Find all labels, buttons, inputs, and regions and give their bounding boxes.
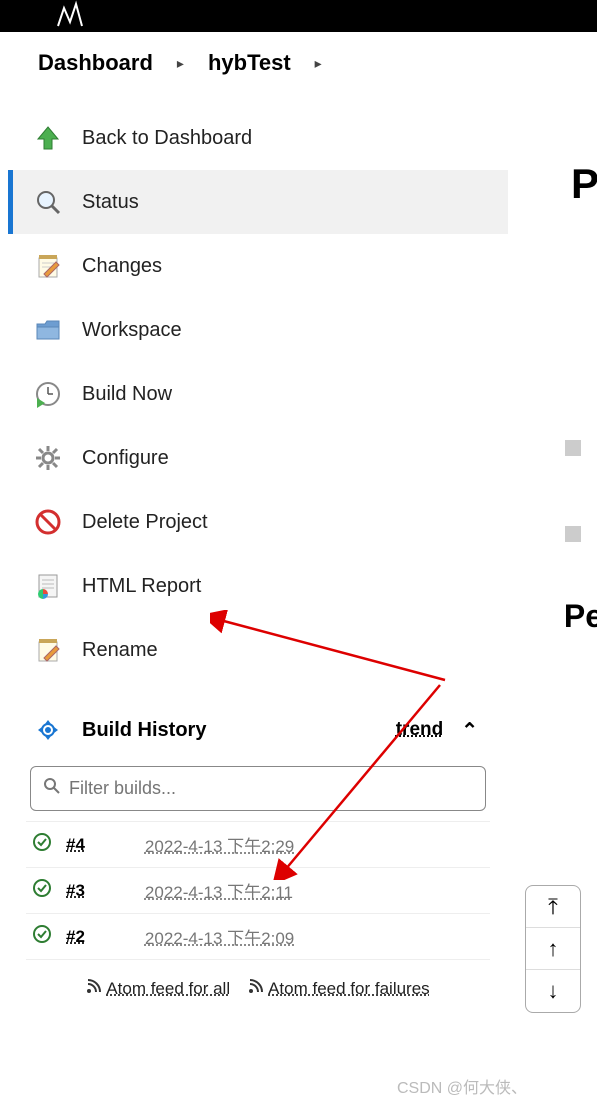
report-icon	[32, 570, 64, 602]
watermark: CSDN @何大侠、	[397, 1074, 527, 1098]
breadcrumb-root[interactable]: Dashboard	[38, 50, 153, 76]
build-history-icon	[32, 714, 64, 746]
search-icon	[43, 777, 61, 800]
up-arrow-icon	[32, 122, 64, 154]
feed-links: Atom feed for all Atom feed for failures	[8, 960, 508, 1005]
sidebar-item-back-to-dashboard[interactable]: Back to Dashboard	[8, 106, 508, 170]
clock-play-icon	[32, 378, 64, 410]
scroll-nav-panel: ⤒ ↑ ↓	[525, 885, 581, 1013]
sidebar-item-label: Workspace	[82, 319, 182, 342]
sidebar-item-status[interactable]: Status	[8, 170, 508, 234]
notepad-edit-icon	[32, 634, 64, 666]
atom-feed-all-link[interactable]: Atom feed for all	[86, 978, 230, 999]
sidebar-item-label: Changes	[82, 255, 162, 278]
notepad-icon	[32, 250, 64, 282]
feed-label: Atom feed for failures	[268, 979, 430, 999]
sidebar: Back to Dashboard Status Changes Workspa…	[0, 106, 508, 1005]
build-number[interactable]: #2	[66, 927, 85, 947]
sidebar-item-rename[interactable]: Rename	[8, 618, 508, 682]
sidebar-item-delete-project[interactable]: Delete Project	[8, 490, 508, 554]
sidebar-item-label: Status	[82, 191, 139, 214]
atom-feed-failures-link[interactable]: Atom feed for failures	[248, 978, 430, 999]
magnifier-icon	[32, 186, 64, 218]
filter-builds-input[interactable]	[69, 778, 473, 799]
sidebar-item-label: Rename	[82, 639, 158, 662]
success-icon	[32, 878, 52, 903]
sidebar-item-changes[interactable]: Changes	[8, 234, 508, 298]
success-icon	[32, 832, 52, 857]
feed-label: Atom feed for all	[106, 979, 230, 999]
scroll-down-button[interactable]: ↓	[526, 970, 580, 1012]
scroll-up-button[interactable]: ↑	[526, 928, 580, 970]
cropped-content-icons	[565, 440, 595, 612]
chevron-up-icon[interactable]: ⌃	[461, 718, 478, 743]
cropped-heading-1: P	[571, 160, 597, 208]
build-history-title: Build History	[82, 719, 206, 742]
rss-icon	[248, 978, 264, 999]
breadcrumb-project[interactable]: hybTest	[208, 50, 291, 76]
build-date[interactable]: 2022-4-13 下午2:29	[145, 832, 294, 857]
sidebar-item-label: HTML Report	[82, 575, 201, 598]
jenkins-logo	[50, 0, 90, 28]
sidebar-item-build-now[interactable]: Build Now	[8, 362, 508, 426]
build-number[interactable]: #4	[66, 835, 85, 855]
filter-builds-container	[30, 766, 486, 811]
build-row[interactable]: #3 2022-4-13 下午2:11	[26, 868, 490, 914]
build-date[interactable]: 2022-4-13 下午2:09	[145, 924, 294, 949]
sidebar-item-label: Back to Dashboard	[82, 127, 252, 150]
build-row[interactable]: #4 2022-4-13 下午2:29	[26, 821, 490, 868]
no-entry-icon	[32, 506, 64, 538]
chevron-right-icon: ▸	[177, 55, 184, 72]
sidebar-item-html-report[interactable]: HTML Report	[8, 554, 508, 618]
build-number[interactable]: #3	[66, 881, 85, 901]
sidebar-item-configure[interactable]: Configure	[8, 426, 508, 490]
sidebar-item-workspace[interactable]: Workspace	[8, 298, 508, 362]
gear-icon	[32, 442, 64, 474]
sidebar-item-label: Delete Project	[82, 511, 208, 534]
success-icon	[32, 924, 52, 949]
build-history-header: Build History trend ⌃	[8, 700, 508, 760]
build-date[interactable]: 2022-4-13 下午2:11	[145, 878, 293, 903]
build-history-table: #4 2022-4-13 下午2:29 #3 2022-4-13 下午2:11 …	[8, 821, 508, 960]
rss-icon	[86, 978, 102, 999]
scroll-top-button[interactable]: ⤒	[526, 886, 580, 928]
sidebar-item-label: Build Now	[82, 383, 172, 406]
trend-link[interactable]: trend	[396, 719, 444, 741]
chevron-right-icon: ▸	[315, 55, 322, 72]
breadcrumb: Dashboard ▸ hybTest ▸	[0, 32, 597, 106]
folder-icon	[32, 314, 64, 346]
top-bar	[0, 0, 597, 32]
sidebar-item-label: Configure	[82, 447, 169, 470]
build-row[interactable]: #2 2022-4-13 下午2:09	[26, 914, 490, 960]
